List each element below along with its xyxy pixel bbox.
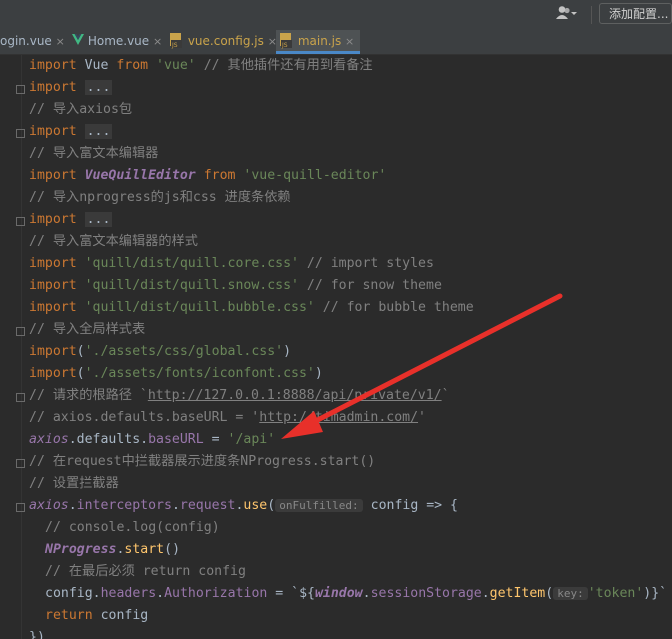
- tab-main-js[interactable]: JS main.js ×: [276, 30, 360, 54]
- code-line: // 在request中拦截器展示进度条NProgress.start(): [29, 454, 376, 469]
- comment-link[interactable]: http://127.0.0.1:8888/api/private/v1/: [148, 388, 442, 403]
- code-line: // 请求的根路径 `http://127.0.0.1:8888/api/pri…: [29, 388, 450, 403]
- tab-label: vue.config.js: [187, 34, 264, 48]
- editor-tabs: ogin.vue × Home.vue × JS vue.config.js ×…: [0, 30, 672, 55]
- fold-toggle-icon[interactable]: [16, 327, 25, 336]
- toolbar: 添加配置...: [0, 0, 672, 31]
- code-line: // 导入全局样式表: [29, 322, 146, 337]
- code-line: axios.interceptors.request.use(onFulfill…: [29, 498, 458, 513]
- code-line: import 'quill/dist/quill.bubble.css' // …: [29, 300, 474, 315]
- code-line: }): [29, 630, 45, 639]
- code-line: // 导入nprogress的js和css 进度条依赖: [29, 190, 291, 205]
- svg-text:JS: JS: [171, 42, 178, 49]
- js-file-icon: JS: [170, 32, 182, 49]
- code-line: import VueQuillEditor from 'vue-quill-ed…: [29, 168, 387, 183]
- fold-toggle-icon[interactable]: [16, 503, 25, 512]
- comment-link[interactable]: http://timadmin.com/: [259, 410, 418, 425]
- js-file-icon: JS: [280, 32, 292, 49]
- svg-text:JS: JS: [281, 42, 288, 49]
- fold-toggle-icon[interactable]: [16, 85, 25, 94]
- code-line: import('./assets/fonts/iconfont.css'): [29, 366, 323, 381]
- close-icon[interactable]: ×: [345, 35, 354, 48]
- close-icon[interactable]: ×: [56, 35, 65, 48]
- fold-toggle-icon[interactable]: [16, 459, 25, 468]
- close-icon[interactable]: ×: [153, 35, 162, 48]
- code-editor[interactable]: import Vue from 'vue' // 其他插件还有用到看备注 imp…: [0, 55, 672, 639]
- tab-login-vue[interactable]: ogin.vue ×: [0, 30, 65, 54]
- fold-toggle-icon[interactable]: [16, 393, 25, 402]
- code-line: return config: [45, 608, 149, 623]
- add-configuration-button[interactable]: 添加配置...: [599, 3, 672, 24]
- user-dropdown-icon[interactable]: [556, 5, 586, 23]
- fold-toggle-icon[interactable]: [16, 217, 25, 226]
- toolbar-separator: [591, 6, 592, 24]
- code-line: // 导入富文本编辑器的样式: [29, 234, 198, 249]
- code-line: // 导入富文本编辑器: [29, 146, 159, 161]
- tab-label: ogin.vue: [0, 34, 52, 48]
- code-line: config.headers.Authorization = `${window…: [45, 586, 668, 601]
- code-line: import('./assets/css/global.css'): [29, 344, 292, 359]
- parameter-hint: onFulfilled:: [275, 499, 363, 512]
- code-line: import 'quill/dist/quill.snow.css' // fo…: [29, 278, 442, 293]
- code-line: // 导入axios包: [29, 102, 133, 117]
- vue-icon: [72, 34, 84, 45]
- code-line: NProgress.start(): [45, 542, 181, 557]
- parameter-hint: key:: [553, 587, 588, 600]
- code-line: import Vue from 'vue' // 其他插件还有用到看备注: [29, 58, 373, 73]
- code-line: // console.log(config): [45, 520, 220, 535]
- tab-label: Home.vue: [87, 34, 150, 48]
- code-line: import ...: [29, 124, 113, 139]
- code-line-highlighted: axios.defaults.baseURL = '/api': [29, 432, 276, 447]
- tab-label: main.js: [297, 34, 342, 48]
- code-line: import ...: [29, 80, 113, 95]
- code-line: // 在最后必须 return config: [45, 564, 246, 579]
- code-line: // 设置拦截器: [29, 476, 119, 491]
- code-line: import ...: [29, 212, 113, 227]
- tab-vue-config-js[interactable]: JS vue.config.js ×: [170, 30, 277, 54]
- gutter-divider: [21, 55, 22, 639]
- code-line: // axios.defaults.baseURL = 'http://tima…: [29, 410, 426, 425]
- tab-home-vue[interactable]: Home.vue ×: [70, 30, 162, 54]
- code-line: import 'quill/dist/quill.core.css' // im…: [29, 256, 434, 271]
- fold-toggle-icon[interactable]: [16, 129, 25, 138]
